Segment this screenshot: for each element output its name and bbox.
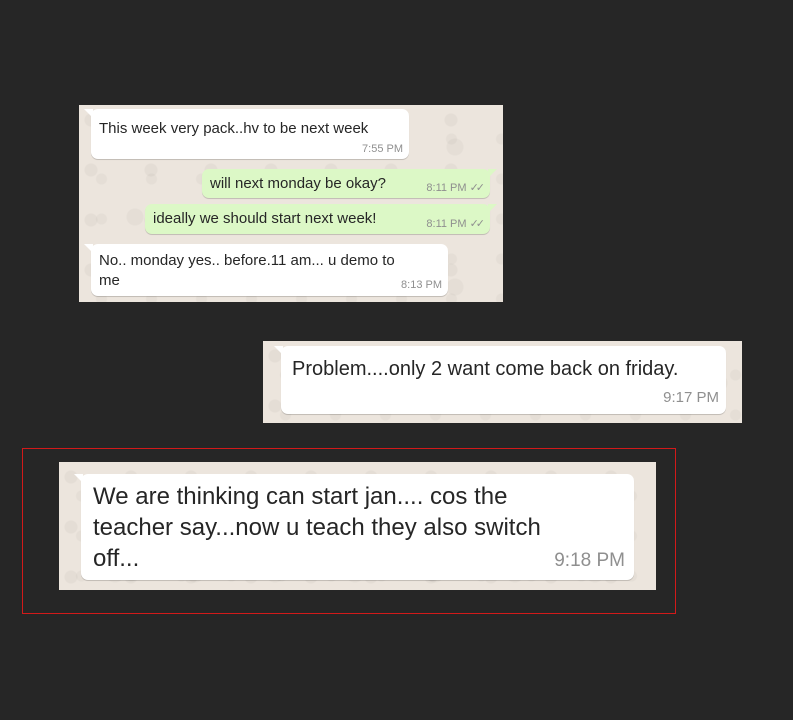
incoming-message: No.. monday yes.. before.11 am... u demo… <box>84 244 448 296</box>
chat-screenshot-1: This week very pack..hv to be next week … <box>79 105 503 302</box>
message-time: 8:11 PM ✓✓ <box>426 182 486 194</box>
message-time: 9:17 PM <box>663 389 719 406</box>
message-time: 7:55 PM <box>362 143 403 155</box>
message-time: 8:13 PM <box>401 279 442 291</box>
message-text: This week very pack..hv to be next week <box>99 120 369 137</box>
incoming-message: Problem....only 2 want come back on frid… <box>274 346 726 414</box>
double-check-icon: ✓✓ <box>469 218 486 230</box>
message-text: ideally we should start next week! <box>153 210 377 227</box>
double-check-icon: ✓✓ <box>469 182 486 194</box>
outgoing-message: ideally we should start next week! 8:11 … <box>145 204 497 234</box>
message-text: will next monday be okay? <box>210 175 386 192</box>
chat-screenshot-2: Problem....only 2 want come back on frid… <box>263 341 742 423</box>
message-text: No.. monday yes.. before.11 am... u demo… <box>99 252 395 289</box>
incoming-message: This week very pack..hv to be next week … <box>84 109 409 159</box>
message-time: 8:11 PM ✓✓ <box>426 218 486 230</box>
outgoing-message: will next monday be okay? 8:11 PM ✓✓ <box>202 169 497 198</box>
message-text: Problem....only 2 want come back on frid… <box>292 358 679 380</box>
highlight-box <box>22 448 676 614</box>
